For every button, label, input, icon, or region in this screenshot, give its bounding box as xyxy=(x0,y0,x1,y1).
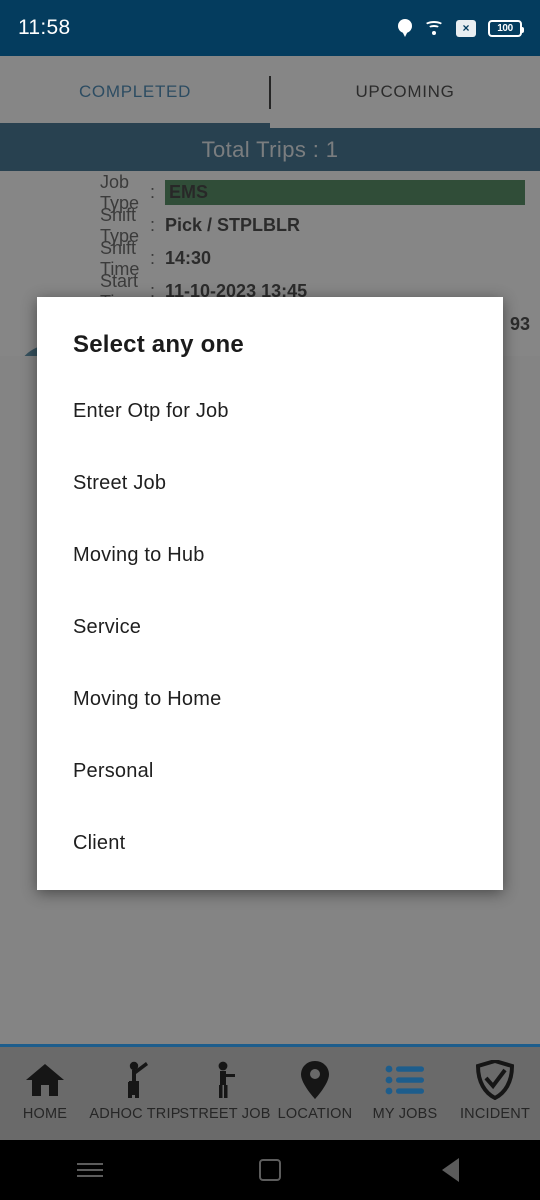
list-icon xyxy=(385,1058,425,1102)
status-clock: 11:58 xyxy=(18,16,71,39)
dialog-item-enter-otp-for-job[interactable]: Enter Otp for Job xyxy=(73,375,467,447)
dialog-title: Select any one xyxy=(73,331,244,358)
dialog-item-client[interactable]: Client xyxy=(73,807,467,879)
nav-item-adhoc-trip[interactable]: ADHOC TRIP xyxy=(89,1058,181,1122)
nav-item-label: ADHOC TRIP xyxy=(89,1106,181,1122)
status-icon-group: × 100 xyxy=(398,18,524,38)
dialog-item-moving-to-home[interactable]: Moving to Home xyxy=(73,663,467,735)
home-square-icon[interactable] xyxy=(180,1159,360,1181)
recents-icon[interactable] xyxy=(0,1159,180,1181)
android-navigation-bar xyxy=(0,1140,540,1200)
battery-level-label: 100 xyxy=(497,22,513,34)
nav-item-incident[interactable]: INCIDENT xyxy=(450,1058,540,1122)
dialog-item-moving-to-hub[interactable]: Moving to Hub xyxy=(73,519,467,591)
status-bar: 11:58 × 100 xyxy=(0,0,540,56)
person-standing-icon xyxy=(208,1058,242,1102)
dialog-item-service[interactable]: Service xyxy=(73,591,467,663)
wifi-icon xyxy=(424,20,444,36)
person-hailing-icon xyxy=(115,1058,155,1102)
no-sim-icon: × xyxy=(456,19,476,37)
nav-item-location[interactable]: LOCATION xyxy=(270,1058,360,1122)
dialog-item-personal[interactable]: Personal xyxy=(73,735,467,807)
shield-check-icon xyxy=(476,1058,514,1102)
location-pin-icon xyxy=(398,18,412,38)
nav-item-home[interactable]: HOME xyxy=(0,1058,90,1122)
nav-item-my-jobs[interactable]: MY JOBS xyxy=(360,1058,450,1122)
dialog-option-list: Enter Otp for Job Street Job Moving to H… xyxy=(73,371,467,879)
nav-item-label: STREET JOB xyxy=(179,1106,271,1122)
battery-icon: 100 xyxy=(488,19,524,37)
home-icon xyxy=(25,1058,65,1102)
select-any-one-dialog: Select any one Enter Otp for Job Street … xyxy=(37,297,503,890)
nav-item-label: INCIDENT xyxy=(459,1106,531,1122)
dialog-item-street-job[interactable]: Street Job xyxy=(73,447,467,519)
nav-item-street-job[interactable]: STREET JOB xyxy=(179,1058,271,1122)
nav-item-label: LOCATION xyxy=(277,1106,353,1122)
nav-item-label: HOME xyxy=(22,1106,68,1122)
bottom-navigation-bar: HOME ADHOC TRIP STREET JOB LOCATION MY J… xyxy=(0,1047,540,1140)
map-pin-icon xyxy=(300,1058,330,1102)
back-icon[interactable] xyxy=(360,1158,540,1182)
phone-screen: 11:58 × 100 COMPLETED UPCOMING Total Tri… xyxy=(0,0,540,1200)
nav-item-label: MY JOBS xyxy=(372,1106,438,1122)
